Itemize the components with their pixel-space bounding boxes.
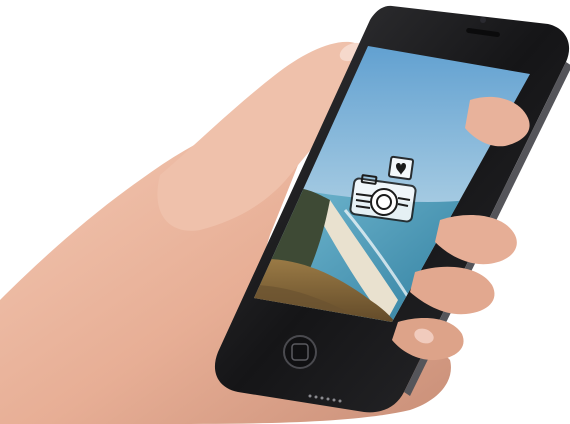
home-button[interactable] — [283, 335, 317, 369]
front-camera — [480, 17, 486, 23]
photo-scene — [0, 5, 570, 424]
